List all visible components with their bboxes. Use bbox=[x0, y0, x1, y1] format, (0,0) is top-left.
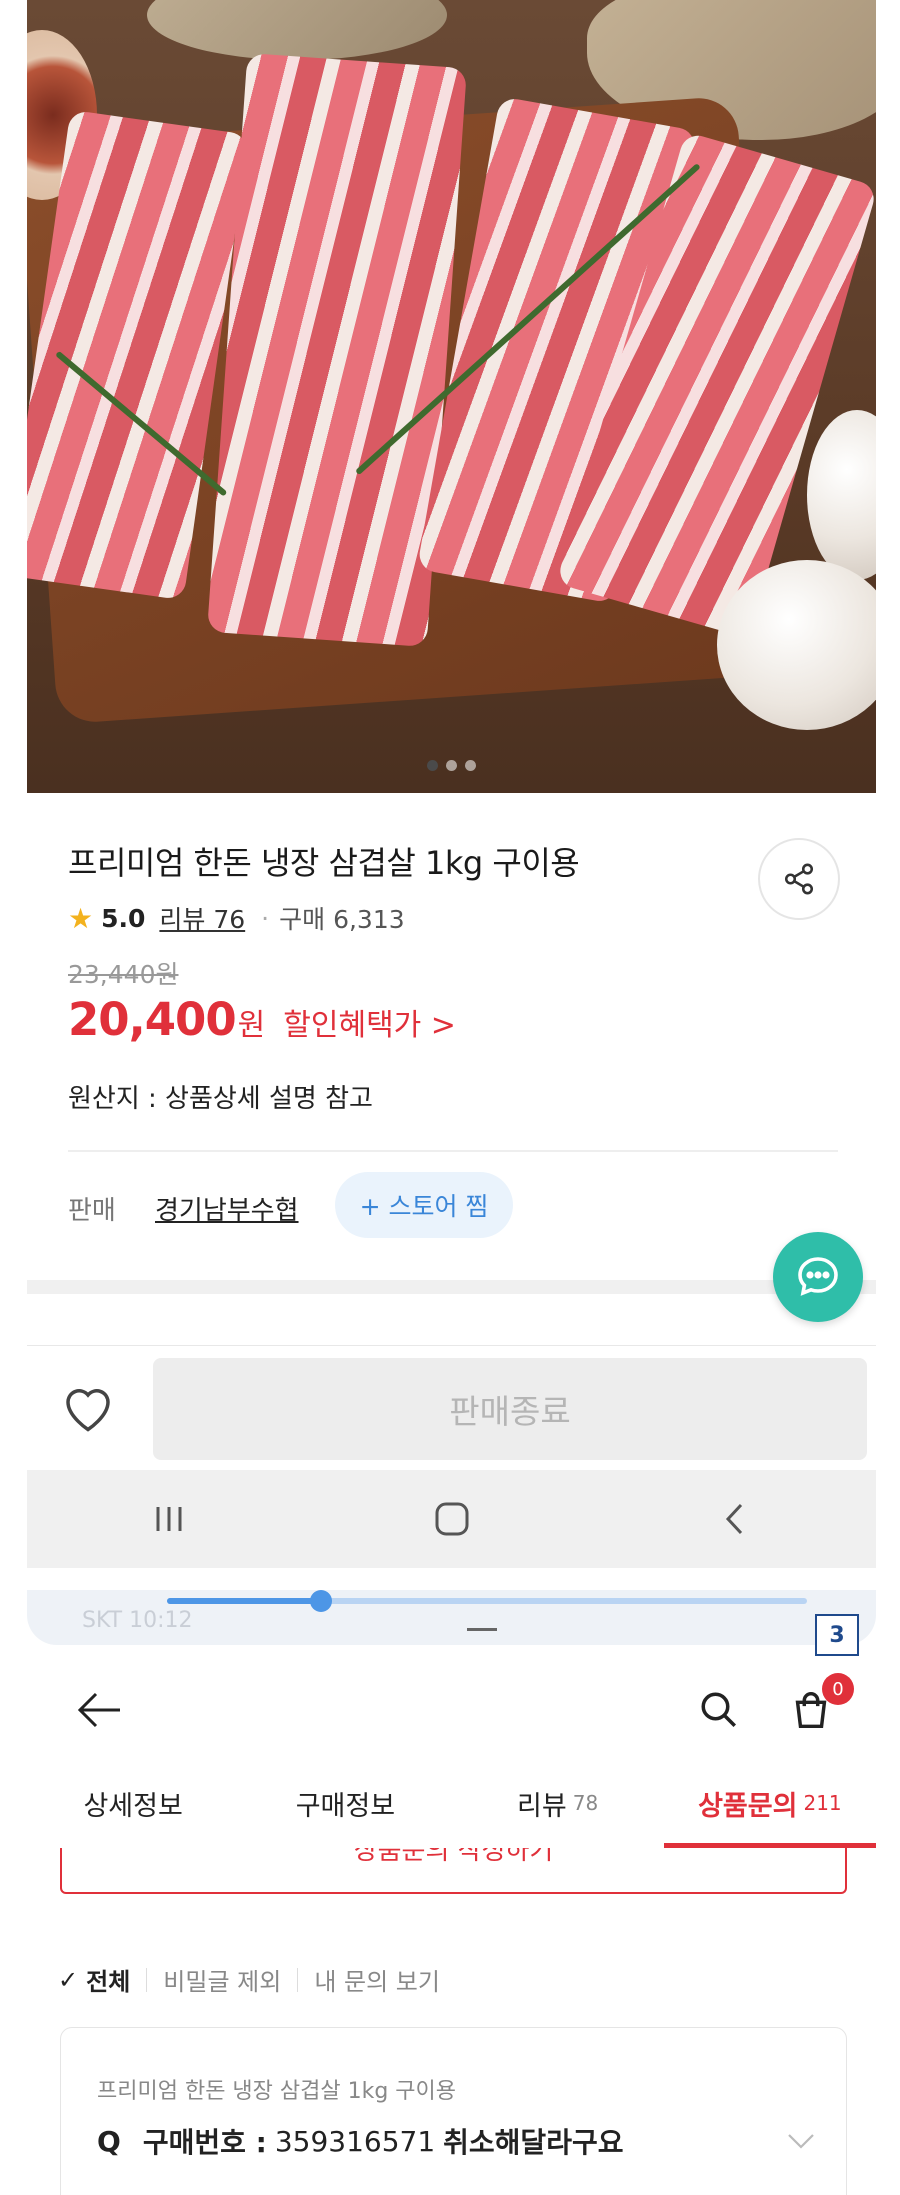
question-text: 취소해달라구요 bbox=[443, 2126, 624, 2159]
star-icon: ★ bbox=[68, 901, 94, 935]
share-icon bbox=[784, 863, 814, 895]
order-number-label: 구매번호 : bbox=[142, 2126, 267, 2159]
tab-purchase-info[interactable]: 구매정보 bbox=[239, 1758, 451, 1848]
question-title: Q 구매번호 : 359316571 취소해달라구요 bbox=[97, 2121, 623, 2161]
question-product-name: 프리미엄 한돈 냉장 삼겹살 1kg 구이용 bbox=[97, 2079, 457, 2104]
home-icon bbox=[435, 1502, 468, 1536]
store-follow-button[interactable]: + 스토어 찜 bbox=[335, 1172, 513, 1238]
purchase-count: 구매 6,313 bbox=[279, 905, 405, 934]
arrow-left-icon bbox=[77, 1692, 120, 1728]
chat-icon bbox=[798, 1257, 838, 1296]
tab-count: 211 bbox=[803, 1791, 842, 1815]
status-text: SKT 10:12 bbox=[82, 1608, 193, 1633]
section-divider bbox=[27, 1280, 876, 1294]
check-icon: ✓ bbox=[58, 1965, 79, 1994]
status-bar: SKT 10:12 bbox=[27, 1590, 876, 1645]
write-question-button[interactable]: 상품문의 작성하기 bbox=[60, 1848, 847, 1894]
drag-handle[interactable] bbox=[467, 1628, 497, 1631]
expand-chevron-icon[interactable] bbox=[786, 2126, 816, 2156]
product-screen: 프리미엄 한돈 냉장 삼겹살 1kg 구이용 ★ 5.0 리뷰 76 · 구매 … bbox=[0, 0, 900, 1590]
product-title: 프리미엄 한돈 냉장 삼겹살 1kg 구이용 bbox=[68, 844, 580, 882]
qa-filter-bar: ✓ 전체 비밀글 제외 내 문의 보기 bbox=[58, 1962, 440, 1997]
back-button[interactable] bbox=[72, 1683, 126, 1737]
filter-exclude-secret[interactable]: 비밀글 제외 bbox=[163, 1962, 281, 1997]
playback-progress[interactable] bbox=[167, 1590, 807, 1612]
garlic-bulb bbox=[807, 410, 876, 580]
annotation-badge: 3 bbox=[815, 1614, 859, 1656]
divider bbox=[68, 1150, 838, 1152]
original-price: 23,440원 bbox=[68, 960, 179, 989]
sold-out-button[interactable]: 판매종료 bbox=[153, 1358, 867, 1460]
share-button[interactable] bbox=[758, 838, 840, 920]
filter-my-questions[interactable]: 내 문의 보기 bbox=[314, 1962, 440, 1997]
back-nav-button[interactable] bbox=[690, 1489, 780, 1549]
tab-reviews[interactable]: 리뷰 78 bbox=[452, 1758, 664, 1848]
price-row: 20,400 원 할인혜택가 > bbox=[68, 993, 456, 1046]
carousel-dot bbox=[446, 760, 457, 771]
rating-row: ★ 5.0 리뷰 76 · 구매 6,313 bbox=[68, 900, 405, 936]
cart-count-badge: 0 bbox=[822, 1673, 854, 1705]
heart-icon bbox=[66, 1389, 110, 1432]
android-navigation-bar bbox=[27, 1470, 876, 1568]
app-header: 0 bbox=[27, 1665, 876, 1755]
seller-link[interactable]: 경기남부수협 bbox=[155, 1190, 299, 1227]
detail-tabs: 상세정보 구매정보 리뷰 78 상품문의 211 bbox=[27, 1758, 877, 1848]
carousel-dot bbox=[465, 760, 476, 771]
origin-info: 원산지 : 상품상세 설명 참고 bbox=[68, 1084, 373, 1114]
question-card[interactable]: 프리미엄 한돈 냉장 삼겹살 1kg 구이용 Q 구매번호 : 35931657… bbox=[60, 2027, 847, 2195]
carousel-indicator bbox=[27, 760, 876, 771]
wishlist-button[interactable] bbox=[57, 1376, 119, 1438]
seller-label: 판매 bbox=[68, 1196, 116, 1226]
question-mark-label: Q bbox=[97, 2124, 121, 2158]
search-button[interactable] bbox=[692, 1683, 746, 1737]
tab-detail-info[interactable]: 상세정보 bbox=[27, 1758, 239, 1848]
carousel-dot bbox=[427, 760, 438, 771]
purchase-bar: 판매종료 bbox=[27, 1345, 876, 1470]
qa-screen: SKT 10:12 3 0 상세정보 구매정보 리뷰 78 상품문의 211 상품문… bbox=[0, 1590, 900, 2195]
search-icon bbox=[701, 1692, 736, 1727]
sale-price: 20,400 bbox=[68, 993, 237, 1046]
recent-apps-icon bbox=[156, 1507, 181, 1531]
back-chevron-icon bbox=[725, 1503, 742, 1535]
garlic-bulb bbox=[717, 560, 876, 730]
chat-button[interactable] bbox=[773, 1232, 863, 1322]
product-image-carousel[interactable] bbox=[27, 0, 876, 793]
recent-apps-button[interactable] bbox=[124, 1489, 214, 1549]
review-link[interactable]: 리뷰 76 bbox=[159, 900, 245, 936]
filter-all[interactable]: 전체 bbox=[86, 1962, 130, 1997]
order-number: 359316571 bbox=[274, 2124, 436, 2158]
home-button[interactable] bbox=[407, 1489, 497, 1549]
discount-link[interactable]: 할인혜택가 > bbox=[283, 1000, 456, 1044]
currency-unit: 원 bbox=[237, 1008, 266, 1043]
write-question-label: 상품문의 작성하기 bbox=[353, 1848, 554, 1866]
tab-count: 78 bbox=[572, 1791, 599, 1815]
tab-product-qa[interactable]: 상품문의 211 bbox=[663, 1758, 877, 1848]
rating-value: 5.0 bbox=[101, 903, 146, 933]
